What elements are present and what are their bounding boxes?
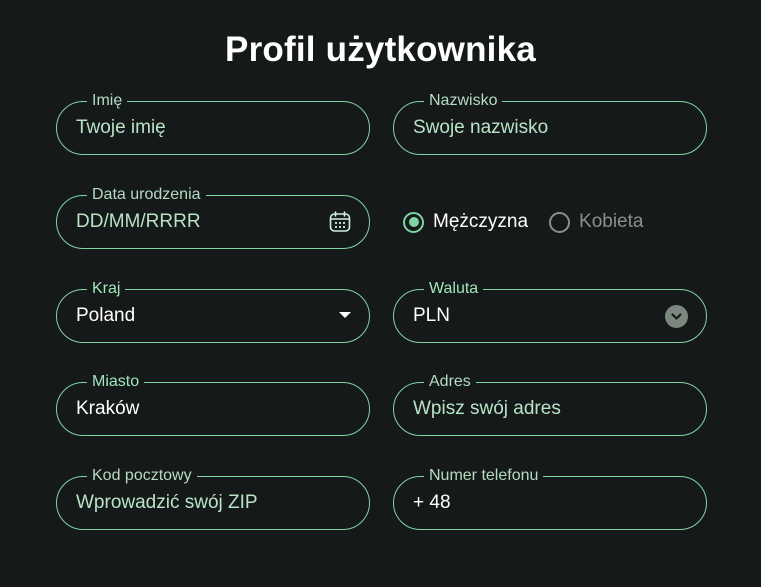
- phone-input[interactable]: + 48: [413, 491, 451, 515]
- gender-option-female[interactable]: Kobieta: [549, 210, 643, 234]
- currency-select[interactable]: Waluta PLN: [393, 279, 707, 343]
- page-title: Profil użytkownika: [225, 30, 536, 69]
- zip-label: Kod pocztowy: [87, 466, 197, 486]
- last-name-input[interactable]: Swoje nazwisko: [413, 116, 548, 140]
- zip-field[interactable]: Kod pocztowy Wprowadzić swój ZIP: [56, 466, 370, 530]
- last-name-label: Nazwisko: [424, 91, 503, 111]
- radio-unchecked-icon[interactable]: [549, 211, 571, 233]
- gender-option-male[interactable]: Mężczyzna: [403, 210, 528, 234]
- address-input[interactable]: Wpisz swój adres: [413, 397, 561, 421]
- address-field[interactable]: Adres Wpisz swój adres: [393, 372, 707, 436]
- country-value: Poland: [76, 305, 136, 326]
- caret-down-icon[interactable]: [339, 312, 351, 318]
- chevron-down-circle-icon[interactable]: [665, 305, 688, 328]
- currency-value: PLN: [413, 305, 450, 326]
- birth-date-label: Data urodzenia: [87, 185, 206, 205]
- gender-radio-group: Mężczyzna Kobieta: [403, 208, 664, 236]
- zip-input[interactable]: Wprowadzić swój ZIP: [76, 491, 258, 515]
- radio-checked-icon[interactable]: [403, 211, 424, 233]
- first-name-field[interactable]: Imię Twoje imię: [56, 91, 370, 155]
- city-label: Miasto: [87, 372, 145, 392]
- calendar-icon[interactable]: [327, 209, 353, 235]
- phone-field[interactable]: Numer telefonu + 48: [393, 466, 707, 530]
- currency-label: Waluta: [424, 279, 484, 299]
- phone-label: Numer telefonu: [424, 466, 544, 486]
- last-name-field[interactable]: Nazwisko Swoje nazwisko: [393, 91, 707, 155]
- birth-date-field[interactable]: Data urodzenia DD/MM/RRRR: [56, 185, 370, 249]
- first-name-label: Imię: [87, 91, 128, 111]
- first-name-input[interactable]: Twoje imię: [76, 116, 166, 140]
- city-field[interactable]: Miasto Kraków: [56, 372, 370, 436]
- country-label: Kraj: [87, 279, 126, 299]
- gender-option-female-label: Kobieta: [579, 211, 644, 232]
- gender-option-male-label: Mężczyzna: [433, 211, 529, 232]
- country-select[interactable]: Kraj Poland: [56, 279, 370, 343]
- birth-date-input[interactable]: DD/MM/RRRR: [76, 210, 201, 234]
- address-label: Adres: [424, 372, 476, 392]
- profile-form-page: Profil użytkownika Imię Twoje imię Nazwi…: [0, 0, 761, 587]
- city-input[interactable]: Kraków: [76, 397, 139, 421]
